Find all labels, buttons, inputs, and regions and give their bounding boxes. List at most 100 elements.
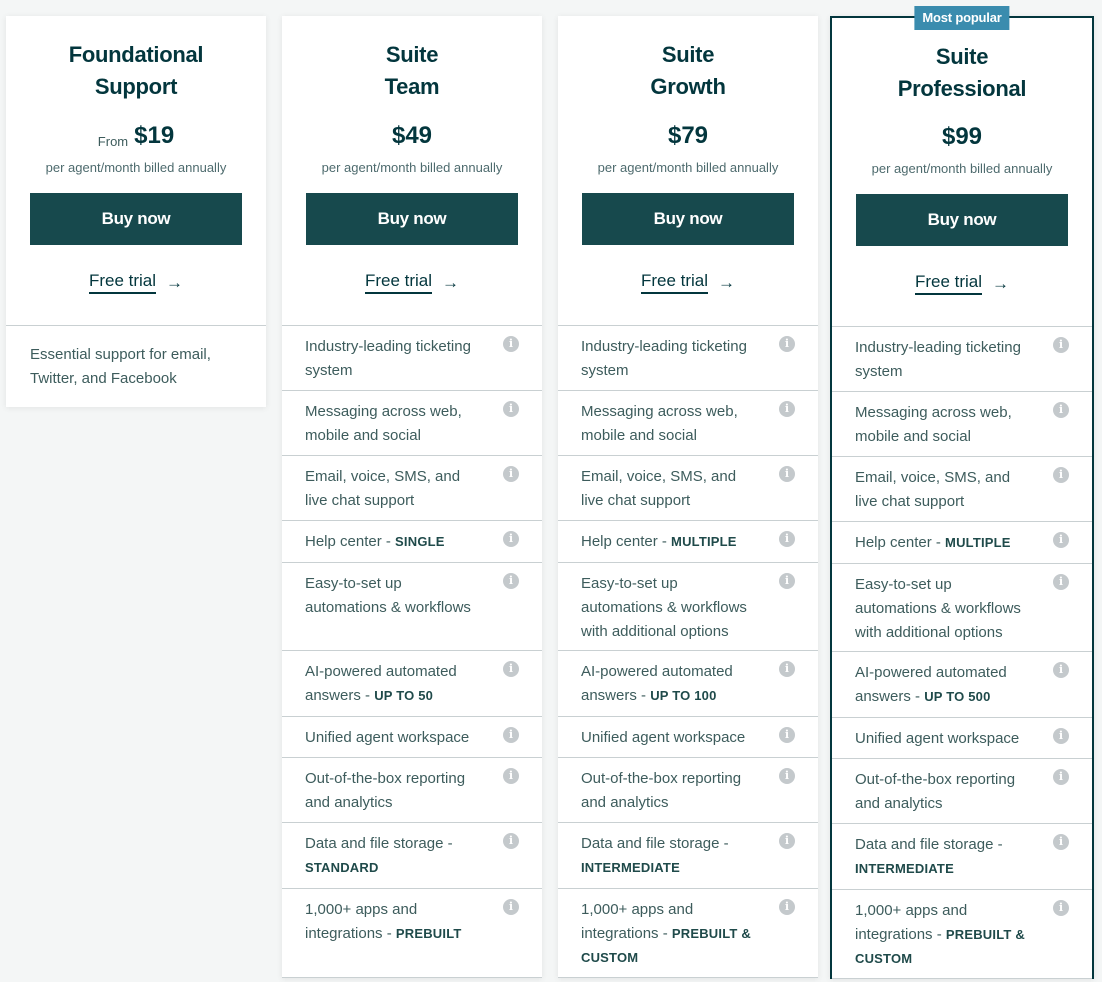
free-trial-link[interactable]: Free trial → <box>640 271 735 294</box>
buy-now-button[interactable]: Buy now <box>582 193 794 245</box>
info-icon[interactable]: i <box>779 336 795 352</box>
buy-now-button[interactable]: Buy now <box>30 193 242 245</box>
info-icon[interactable]: i <box>1053 769 1069 785</box>
plan-title-line: Suite <box>935 44 989 69</box>
info-icon[interactable]: i <box>779 727 795 743</box>
info-icon[interactable]: i <box>503 573 519 589</box>
feature-row: Help center - MULTIPLE i <box>832 522 1092 564</box>
info-icon[interactable]: i <box>779 531 795 547</box>
feature-row: Email, voice, SMS, and live chat support… <box>832 457 1092 522</box>
feature-text: Easy-to-set up automations & workflows w… <box>855 576 1021 641</box>
info-icon[interactable]: i <box>503 336 519 352</box>
feature-row: Help center - MULTIPLE i <box>558 521 818 563</box>
info-icon[interactable]: i <box>1053 662 1069 678</box>
buy-now-button[interactable]: Buy now <box>856 194 1068 246</box>
info-icon[interactable]: i <box>1053 834 1069 850</box>
feature-tier: INTERMEDIATE <box>581 860 680 875</box>
info-icon[interactable]: i <box>503 833 519 849</box>
feature-row: 1,000+ apps and integrations - PREBUILT … <box>558 889 818 978</box>
free-trial-label: Free trial <box>88 271 157 294</box>
info-icon[interactable]: i <box>779 573 795 589</box>
feature-row: Messaging across web, mobile and social i <box>558 391 818 456</box>
info-icon[interactable]: i <box>1053 900 1069 916</box>
feature-text: Email, voice, SMS, and live chat support <box>855 469 1011 510</box>
info-icon[interactable]: i <box>779 899 795 915</box>
feature-text: Messaging across web, mobile and social <box>855 404 1012 445</box>
feature-row: Unified agent workspace i <box>832 718 1092 759</box>
info-icon[interactable]: i <box>1053 532 1069 548</box>
plan-title: Suite Team <box>282 16 542 103</box>
feature-row: Easy-to-set up automations & workflows i <box>282 563 542 651</box>
info-icon[interactable]: i <box>779 401 795 417</box>
free-trial-link[interactable]: Free trial → <box>364 271 460 294</box>
plan-title-line: Growth <box>650 74 726 99</box>
info-icon[interactable]: i <box>779 768 795 784</box>
feature-row: AI-powered automated answers - UP TO 500… <box>832 652 1092 718</box>
billing-note: per agent/month billed annually <box>871 161 1053 176</box>
arrow-right-icon: → <box>166 272 184 292</box>
feature-tier: UP TO 500 <box>924 689 991 704</box>
info-icon[interactable]: i <box>503 466 519 482</box>
feature-row: Industry-leading ticketing system i <box>558 326 818 391</box>
feature-row: Out-of-the-box reporting and analytics i <box>558 758 818 823</box>
info-icon[interactable]: i <box>1053 402 1069 418</box>
info-icon[interactable]: i <box>1053 337 1069 353</box>
buy-now-button[interactable]: Buy now <box>306 193 518 245</box>
feature-text: Industry-leading ticketing system <box>855 339 1021 380</box>
plan-price: $49 <box>391 122 433 149</box>
info-icon[interactable]: i <box>1053 728 1069 744</box>
free-trial-link[interactable]: Free trial → <box>88 271 184 294</box>
info-icon[interactable]: i <box>503 661 519 677</box>
arrow-right-icon: → <box>992 273 1010 293</box>
feature-text: Unified agent workspace <box>305 729 470 746</box>
billing-note: per agent/month billed annually <box>45 160 227 175</box>
feature-row: Messaging across web, mobile and social i <box>832 392 1092 457</box>
free-trial-label: Free trial <box>640 271 709 294</box>
feature-list: Industry-leading ticketing system i Messag… <box>558 326 818 978</box>
info-icon[interactable]: i <box>779 661 795 677</box>
arrow-right-icon: → <box>442 272 460 292</box>
feature-text: Easy-to-set up automations & workflows w… <box>581 575 747 640</box>
free-trial-link[interactable]: Free trial → <box>914 272 1010 295</box>
feature-tier: PREBUILT <box>395 926 462 941</box>
feature-row: Data and file storage - INTERMEDIATE i <box>832 824 1092 890</box>
info-icon[interactable]: i <box>503 401 519 417</box>
feature-tier: SINGLE <box>395 534 445 549</box>
feature-text: Out-of-the-box reporting and analytics <box>855 771 1016 812</box>
feature-tier: MULTIPLE <box>945 535 1011 550</box>
free-trial-label: Free trial <box>364 271 433 294</box>
feature-text: Help center - <box>855 534 946 551</box>
plan-title: Suite Professional <box>832 18 1092 105</box>
info-icon[interactable]: i <box>1053 574 1069 590</box>
feature-text: Industry-leading ticketing system <box>305 338 471 379</box>
feature-row: Unified agent workspace i <box>282 717 542 758</box>
info-icon[interactable]: i <box>503 899 519 915</box>
feature-row: Easy-to-set up automations & workflows w… <box>558 563 818 651</box>
feature-text: Unified agent workspace <box>855 730 1020 747</box>
feature-row: 1,000+ apps and integrations - PREBUILT … <box>832 890 1092 979</box>
plan-price: $79 <box>667 122 709 149</box>
feature-row: AI-powered automated answers - UP TO 100… <box>558 651 818 717</box>
feature-text: Data and file storage - <box>855 836 1003 853</box>
info-icon[interactable]: i <box>503 531 519 547</box>
plan-card-suite-team: Suite Team $49 per agent/month billed an… <box>282 16 542 978</box>
feature-row: Email, voice, SMS, and live chat support… <box>282 456 542 521</box>
info-icon[interactable]: i <box>503 727 519 743</box>
feature-row: AI-powered automated answers - UP TO 50 i <box>282 651 542 717</box>
feature-text: Data and file storage - <box>305 835 453 852</box>
most-popular-badge: Most popular <box>914 6 1010 30</box>
feature-list: Industry-leading ticketing system i Messag… <box>282 326 542 978</box>
plan-title-line: Foundational <box>68 42 204 67</box>
info-icon[interactable]: i <box>1053 467 1069 483</box>
info-icon[interactable]: i <box>779 466 795 482</box>
price-prefix: From <box>97 134 129 149</box>
info-icon[interactable]: i <box>503 768 519 784</box>
info-icon[interactable]: i <box>779 833 795 849</box>
feature-text: Help center - <box>305 533 396 550</box>
plan-title: Foundational Support <box>6 16 266 103</box>
plan-card-suite-professional: Most popular Suite Professional $99 per … <box>830 6 1094 979</box>
feature-text: Data and file storage - <box>581 835 729 852</box>
price-row: From $19 <box>6 119 266 151</box>
feature-text: Messaging across web, mobile and social <box>305 403 462 444</box>
free-trial-label: Free trial <box>914 272 983 295</box>
